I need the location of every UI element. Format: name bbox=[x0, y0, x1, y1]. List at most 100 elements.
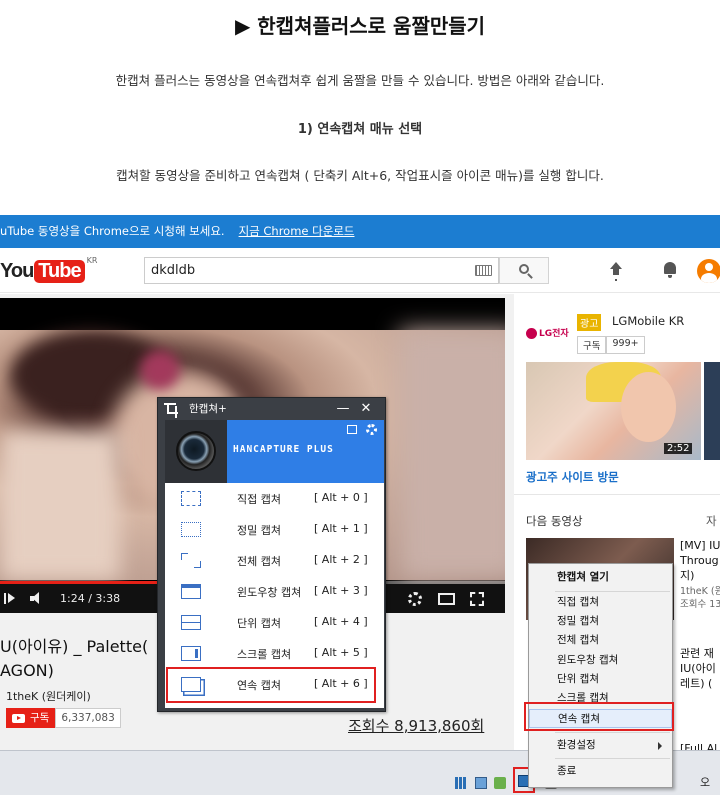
hancapture-banner-area: HANCAPTURE PLUS bbox=[165, 420, 384, 483]
youtube-header: You Tube KR dkdldb bbox=[0, 248, 720, 293]
menu-shortcut: [ Alt + 4 ] bbox=[314, 615, 368, 628]
ctx-open[interactable]: 한캡쳐 열기 bbox=[529, 568, 672, 587]
keyboard-icon[interactable] bbox=[475, 265, 492, 276]
menu-scroll-capture[interactable]: 스크롤 캡쳐 [ Alt + 5 ] bbox=[165, 638, 384, 669]
related-title-2[interactable]: 관련 재 IU(아이 레트) ( bbox=[680, 646, 716, 691]
related-title-line2: Throug bbox=[680, 554, 719, 567]
chrome-download-link[interactable]: 지금 Chrome 다운로드 bbox=[239, 224, 355, 238]
related2-line2: IU(아이 bbox=[680, 662, 716, 675]
logo-you: You bbox=[0, 259, 34, 282]
menu-shortcut: [ Alt + 2 ] bbox=[314, 553, 368, 566]
camera-lens-icon bbox=[165, 420, 227, 483]
theater-mode-icon[interactable] bbox=[438, 593, 455, 605]
menu-full-capture[interactable]: 전체 캡쳐 [ Alt + 2 ] bbox=[165, 545, 384, 576]
ad-subscribe-button[interactable]: 구독 999+ bbox=[577, 336, 645, 354]
related-title-line1: [MV] IU bbox=[680, 539, 720, 552]
ctx-precise-capture[interactable]: 정밀 캡쳐 bbox=[529, 612, 672, 631]
fullscreen-icon[interactable] bbox=[470, 592, 484, 606]
ad-logo[interactable]: LG전자 bbox=[526, 326, 569, 339]
minimize-button[interactable]: — bbox=[336, 398, 350, 420]
menu-precise-capture[interactable]: 정밀 캡쳐 [ Alt + 1 ] bbox=[165, 514, 384, 545]
menu-shortcut: [ Alt + 1 ] bbox=[314, 522, 368, 535]
volume-icon[interactable] bbox=[30, 592, 48, 605]
hancapture-titlebar[interactable]: 한캡쳐+ — ✕ bbox=[158, 398, 385, 420]
channel-name[interactable]: 1theK (원더케이) bbox=[6, 688, 91, 704]
logo-tube: Tube bbox=[34, 259, 85, 283]
instruction-text: 캡쳐할 동영상을 준비하고 연속캡쳐 ( 단축키 Alt+6, 작업표시즐 아이… bbox=[116, 168, 604, 183]
search-button[interactable] bbox=[499, 257, 549, 284]
folder-icon[interactable] bbox=[347, 425, 357, 434]
avatar[interactable] bbox=[697, 259, 720, 283]
hancapture-title: 한캡쳐+ bbox=[189, 403, 227, 415]
direct-capture-icon bbox=[181, 491, 201, 506]
ctx-exit[interactable]: 종료 bbox=[529, 762, 672, 781]
crop-icon bbox=[164, 403, 178, 418]
ctx-separator bbox=[555, 732, 670, 733]
lg-logo-icon bbox=[526, 328, 537, 339]
ctx-full-capture[interactable]: 전체 캡쳐 bbox=[529, 631, 672, 650]
ad-badge: 광고 bbox=[577, 314, 602, 331]
video-title-line1: U(아이유) _ Palette( bbox=[0, 637, 149, 656]
sidebar-divider bbox=[514, 494, 720, 495]
ad-subscribe-label: 구독 bbox=[577, 336, 607, 354]
up-next-label: 다음 동영상 bbox=[526, 514, 583, 528]
menu-shortcut: [ Alt + 3 ] bbox=[314, 584, 368, 597]
ad-thumbnail-next[interactable] bbox=[704, 362, 720, 460]
video-blur-flower bbox=[140, 350, 180, 390]
close-button[interactable]: ✕ bbox=[359, 398, 373, 420]
post-title: ▶ 한캡쳐플러스로 움짤만들기 bbox=[234, 14, 486, 38]
tray-security-icon[interactable] bbox=[494, 777, 506, 789]
upload-icon[interactable] bbox=[609, 262, 623, 280]
ctx-separator bbox=[555, 591, 670, 592]
unit-capture-icon bbox=[181, 615, 201, 630]
settings-gear-icon[interactable] bbox=[366, 424, 377, 435]
related2-line3: 레트) ( bbox=[680, 677, 713, 690]
subscribe-button[interactable]: 구독 6,337,083 bbox=[6, 708, 121, 728]
hancapture-banner: HANCAPTURE PLUS bbox=[227, 420, 384, 483]
search-value: dkdldb bbox=[151, 263, 196, 278]
ctx-unit-capture[interactable]: 단위 캡쳐 bbox=[529, 670, 672, 689]
search-icon bbox=[519, 264, 529, 274]
hancapture-brand: HANCAPTURE PLUS bbox=[233, 444, 334, 455]
related2-line1: 관련 재 bbox=[680, 647, 714, 660]
subscribe-label-wrap[interactable]: 구독 bbox=[6, 708, 56, 728]
subscribe-label: 구독 bbox=[30, 712, 50, 724]
menu-window-capture[interactable]: 윈도우창 캡쳐 [ Alt + 3 ] bbox=[165, 576, 384, 607]
tray-grid-icon[interactable] bbox=[455, 777, 467, 789]
ad-logo-text: LG전자 bbox=[539, 329, 569, 339]
ad-site-link[interactable]: 광고주 사이트 방문 bbox=[526, 469, 619, 485]
submenu-arrow-icon bbox=[658, 742, 662, 750]
menu-label: 단위 캡쳐 bbox=[237, 617, 281, 630]
related-views: 조회수 13 bbox=[680, 599, 720, 610]
menu-label: 윈도우창 캡쳐 bbox=[237, 586, 302, 599]
menu-unit-capture[interactable]: 단위 캡쳐 [ Alt + 4 ] bbox=[165, 607, 384, 638]
ctx-separator bbox=[555, 758, 670, 759]
related-channel: 1theK (원 bbox=[680, 586, 720, 597]
tray-app-icon[interactable] bbox=[475, 777, 487, 789]
window-capture-icon bbox=[181, 584, 201, 599]
ad-channel-name[interactable]: LGMobile KR bbox=[612, 314, 684, 328]
ctx-window-capture[interactable]: 윈도우창 캡쳐 bbox=[529, 651, 672, 670]
related-title[interactable]: [MV] IU Throug 지) bbox=[680, 538, 720, 583]
menu-direct-capture[interactable]: 직접 캡쳐 [ Alt + 0 ] bbox=[165, 483, 384, 514]
video-blur-right bbox=[400, 330, 505, 580]
menu-label: 스크롤 캡쳐 bbox=[237, 648, 292, 661]
youtube-logo[interactable]: You Tube KR bbox=[0, 256, 97, 284]
chrome-promo-bar: uTube 동영상을 Chrome으로 시청해 보세요. 지금 Chrome 다운… bbox=[0, 215, 720, 248]
ctx-direct-capture[interactable]: 직접 캡쳐 bbox=[529, 593, 672, 612]
settings-gear-icon[interactable] bbox=[408, 592, 422, 606]
menu-label: 직접 캡쳐 bbox=[237, 493, 281, 506]
fullscreen-capture-icon bbox=[181, 553, 201, 568]
search-input[interactable]: dkdldb bbox=[144, 257, 499, 284]
video-title-line2: AGON) bbox=[0, 661, 54, 680]
notification-bell-icon[interactable] bbox=[663, 261, 677, 278]
ctx-settings[interactable]: 환경설정 bbox=[529, 736, 672, 755]
intro-text: 한캡쳐 플러스는 동영상을 연속캡쳐후 쉽게 움짤을 만들 수 있습니다. 방법… bbox=[115, 73, 605, 88]
column-gap bbox=[505, 294, 514, 795]
view-count: 조회수 8,913,860회 bbox=[348, 717, 485, 735]
ctx-continuous-highlight bbox=[524, 702, 674, 731]
continuous-capture-highlight bbox=[166, 667, 376, 703]
ad-thumb-face bbox=[621, 372, 676, 442]
next-icon[interactable] bbox=[4, 593, 15, 604]
youtube-play-icon bbox=[12, 713, 25, 723]
